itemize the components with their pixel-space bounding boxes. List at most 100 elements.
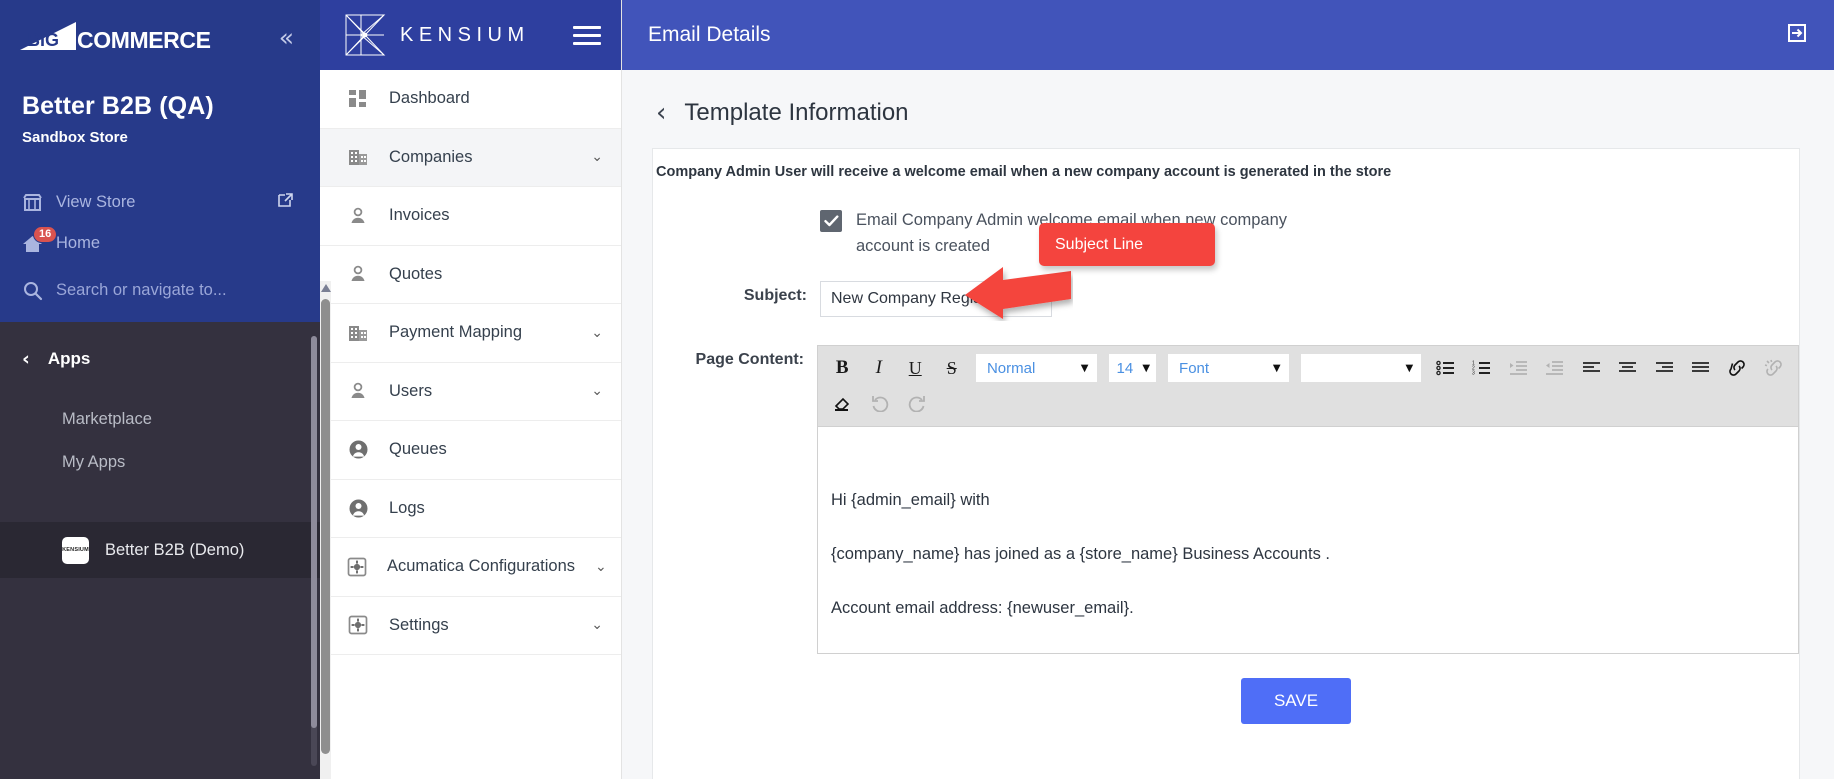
save-button[interactable]: SAVE — [1240, 678, 1352, 725]
sidebar-item-home[interactable]: 16 Home — [0, 223, 320, 264]
align-left-icon[interactable] — [1573, 353, 1609, 383]
svg-text:3: 3 — [1472, 371, 1475, 377]
sidebar-search[interactable]: Search or navigate to... — [0, 270, 320, 311]
apps-item-label: My Apps — [62, 453, 126, 471]
section-title: Template Information — [684, 99, 909, 126]
editor-paragraph: Account email address: {newuser_email}. — [831, 598, 1134, 617]
nav-item-label: Quotes — [389, 264, 443, 283]
unlink-icon[interactable] — [1756, 353, 1792, 383]
template-information-card: Company Admin User will receive a welcom… — [652, 148, 1800, 779]
nav-item-settings[interactable]: Settings ⌄ — [320, 597, 621, 655]
kensium-k-logo-icon — [345, 14, 386, 56]
bigcommerce-sidebar: BIG COMMERCE « Better B2B (QA) Sandbox S… — [0, 0, 320, 779]
store-icon — [22, 193, 56, 212]
align-center-icon[interactable] — [1610, 353, 1646, 383]
kensium-nav-header: KENSIUM — [320, 0, 621, 70]
nav-item-logs[interactable]: Logs — [320, 480, 621, 538]
person-icon — [347, 264, 369, 284]
numbered-list-icon[interactable]: 123 — [1464, 353, 1500, 383]
font-family-select[interactable]: ▼ — [1299, 353, 1423, 384]
sidebar-item-label: View Store — [56, 193, 136, 211]
chevron-down-icon[interactable]: ⌄ — [591, 325, 603, 341]
nav-item-invoices[interactable]: Invoices — [320, 187, 621, 246]
chevron-down-icon[interactable]: ⌄ — [591, 383, 603, 399]
email-company-admin-checkbox[interactable] — [820, 210, 842, 232]
person-icon — [347, 206, 369, 226]
sidebar-item-view-store[interactable]: View Store — [0, 182, 320, 223]
clear-format-icon[interactable] — [824, 388, 861, 418]
hamburger-menu-icon[interactable] — [573, 21, 601, 50]
bullet-list-icon[interactable] — [1427, 353, 1463, 383]
scrollbar-thumb[interactable] — [321, 299, 330, 754]
home-notification-badge: 16 — [33, 225, 58, 243]
sidebar-search-placeholder: Search or navigate to... — [56, 281, 227, 299]
kensium-app-icon: KENSIUM — [62, 536, 89, 564]
editor-paragraph: {company_name} has joined as a {store_na… — [831, 544, 1330, 563]
nav-item-users[interactable]: Users ⌄ — [320, 363, 621, 421]
nav-item-payment-mapping[interactable]: Payment Mapping ⌄ — [320, 304, 621, 363]
indent-increase-icon[interactable] — [1500, 353, 1536, 383]
editor-content-area[interactable]: Hi {admin_email} with {company_name} has… — [817, 426, 1799, 655]
nav-item-label: Invoices — [389, 206, 450, 225]
bold-icon[interactable]: B — [824, 353, 860, 383]
subject-row: Subject: — [653, 281, 1799, 318]
align-justify-icon[interactable] — [1683, 353, 1719, 383]
building-icon — [347, 323, 369, 343]
align-right-icon[interactable] — [1646, 353, 1682, 383]
search-icon — [22, 280, 56, 301]
undo-icon[interactable] — [861, 388, 898, 418]
kensium-nav: KENSIUM Dashboard Companies ⌄ Invoices Q… — [320, 0, 622, 779]
person-circle-icon — [347, 498, 369, 519]
apps-item-label: Marketplace — [62, 410, 152, 428]
nav-item-companies[interactable]: Companies ⌄ — [320, 128, 621, 187]
sidebar-collapse-icon[interactable]: « — [279, 25, 294, 50]
save-button-wrap: SAVE — [653, 678, 1799, 725]
heading-select-value: Normal — [986, 359, 1036, 377]
redo-icon[interactable] — [898, 388, 935, 418]
apps-item-marketplace[interactable]: Marketplace — [0, 398, 320, 441]
nav-item-label: Companies — [389, 147, 473, 166]
checkbox-row-spacer — [653, 208, 820, 259]
heading-select[interactable]: Normal ▼ — [974, 353, 1098, 384]
nav-item-dashboard[interactable]: Dashboard — [320, 70, 621, 129]
strikethrough-icon[interactable]: S — [933, 353, 969, 383]
page-title: Email Details — [648, 23, 771, 46]
link-icon[interactable] — [1719, 353, 1755, 383]
nav-item-queues[interactable]: Queues — [320, 421, 621, 480]
italic-icon[interactable]: I — [860, 353, 896, 383]
chevron-down-icon[interactable]: ⌄ — [595, 559, 607, 575]
chevron-down-icon[interactable]: ⌄ — [591, 617, 603, 633]
check-icon — [823, 215, 838, 227]
external-link-icon[interactable] — [277, 192, 294, 214]
bigcommerce-logo-icon: BIG — [20, 22, 76, 50]
nav-item-label: Users — [389, 381, 433, 400]
bigcommerce-quick-links: View Store 16 Home Search or navigate to… — [0, 146, 320, 311]
nav-item-quotes[interactable]: Quotes — [320, 246, 621, 304]
editor-paragraph: Hi {admin_email} with — [831, 491, 990, 510]
apps-panel-scrollbar[interactable] — [311, 336, 317, 766]
font-size-select[interactable]: 14 ▼ — [1107, 353, 1158, 384]
apps-list: Marketplace My Apps — [0, 370, 320, 484]
logout-icon[interactable] — [1786, 22, 1808, 49]
apps-item-my-apps[interactable]: My Apps — [0, 441, 320, 484]
kensium-nav-scrollbar[interactable] — [320, 281, 331, 779]
chevron-down-icon[interactable]: ⌄ — [591, 149, 603, 165]
kensium-nav-items: Dashboard Companies ⌄ Invoices Quotes Pa… — [320, 70, 621, 655]
underline-icon[interactable]: U — [897, 353, 933, 383]
person-icon — [347, 381, 369, 401]
chevron-left-icon[interactable]: ‹ — [22, 348, 30, 370]
chevron-down-icon: ▼ — [1272, 362, 1281, 374]
sidebar-item-label: Home — [56, 234, 101, 252]
subject-label: Subject: — [743, 287, 807, 305]
indent-decrease-icon[interactable] — [1537, 353, 1573, 383]
back-button-icon[interactable]: ‹ — [656, 98, 666, 128]
apps-item-better-b2b-demo[interactable]: KENSIUM Better B2B (Demo) — [0, 522, 320, 578]
scroll-up-arrow-icon[interactable] — [321, 284, 331, 292]
subject-line-callout: Subject Line — [1039, 223, 1215, 266]
font-select[interactable]: Font ▼ — [1167, 353, 1290, 384]
apps-panel-header[interactable]: ‹ Apps — [0, 322, 320, 370]
page-content-label: Page Content: — [695, 351, 804, 369]
scrollbar-thumb[interactable] — [311, 336, 317, 728]
bigcommerce-sidebar-top: BIG COMMERCE « Better B2B (QA) Sandbox S… — [0, 0, 320, 322]
nav-item-acumatica-configurations[interactable]: Acumatica Configurations ⌄ — [320, 538, 621, 597]
